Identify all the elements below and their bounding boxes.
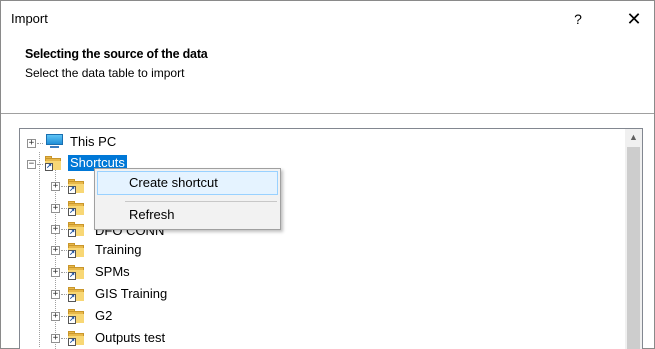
header-subtitle: Select the data table to import xyxy=(25,66,185,80)
tree-node-outputs-test[interactable]: + ↗ Outputs test xyxy=(20,328,220,348)
expand-icon[interactable]: + xyxy=(51,225,60,234)
menu-separator xyxy=(125,201,277,202)
scroll-thumb[interactable] xyxy=(627,147,640,349)
menu-item-refresh[interactable]: Refresh xyxy=(97,204,278,228)
tree-node-label: Outputs test xyxy=(95,330,166,345)
expand-icon[interactable]: + xyxy=(51,268,60,277)
tree-node-this-pc[interactable]: + This PC xyxy=(20,133,220,153)
shortcut-folder-icon: ↗ xyxy=(68,331,84,346)
tree-node-training[interactable]: + ↗ Training xyxy=(20,240,220,260)
expand-icon[interactable]: + xyxy=(51,204,60,213)
shortcut-folder-icon: ↗ xyxy=(68,179,84,194)
tree-line xyxy=(61,294,67,295)
shortcut-folder-icon: ↗ xyxy=(68,265,84,280)
context-menu: Create shortcut Refresh xyxy=(94,168,281,230)
tree-line xyxy=(61,186,67,187)
tree-node-label: SPMs xyxy=(95,264,130,279)
tree-node-label: G2 xyxy=(95,308,113,323)
expand-icon[interactable]: + xyxy=(51,246,60,255)
tree-node-g2[interactable]: + ↗ G2 xyxy=(20,306,220,326)
shortcut-folder-icon: ↗ xyxy=(68,243,84,258)
tree-line xyxy=(61,229,67,230)
tree-node-label: This PC xyxy=(70,134,117,149)
expand-icon[interactable]: + xyxy=(51,312,60,321)
shortcut-folder-icon: ↗ xyxy=(45,156,61,171)
close-button[interactable]: ✕ xyxy=(619,7,649,31)
shortcut-folder-icon: ↗ xyxy=(68,222,84,237)
collapse-icon[interactable]: − xyxy=(27,160,36,169)
window-title: Import xyxy=(11,11,48,26)
scroll-up-icon[interactable]: ▲ xyxy=(625,129,642,146)
tree-node-label: Training xyxy=(95,242,142,257)
shortcut-folder-icon: ↗ xyxy=(68,287,84,302)
tree-line xyxy=(61,250,67,251)
tree-line xyxy=(61,272,67,273)
expand-icon[interactable]: + xyxy=(51,334,60,343)
tree-line xyxy=(61,208,67,209)
expand-icon[interactable]: + xyxy=(51,182,60,191)
tree-line xyxy=(37,143,43,144)
shortcut-folder-icon: ↗ xyxy=(68,309,84,324)
wizard-header: Selecting the source of the data Select … xyxy=(1,37,654,113)
tree-line xyxy=(61,338,67,339)
header-title: Selecting the source of the data xyxy=(25,47,208,61)
help-button[interactable]: ? xyxy=(563,7,593,31)
expand-icon[interactable]: + xyxy=(51,290,60,299)
header-divider xyxy=(1,113,654,114)
data-source-tree[interactable]: + This PC − ↗ Shortcuts + ↗ + ↗ + ↗ DFO … xyxy=(19,128,643,349)
computer-icon xyxy=(45,134,64,148)
tree-node-label: GIS Training xyxy=(95,286,168,301)
import-dialog: Import ? ✕ Selecting the source of the d… xyxy=(0,0,655,349)
title-bar: Import ? ✕ xyxy=(1,1,654,37)
tree-node-spms[interactable]: + ↗ SPMs xyxy=(20,262,220,282)
tree-line xyxy=(61,316,67,317)
menu-item-create-shortcut[interactable]: Create shortcut xyxy=(97,171,278,195)
tree-node-gis-training[interactable]: + ↗ GIS Training xyxy=(20,284,220,304)
tree-line xyxy=(37,164,43,165)
vertical-scrollbar[interactable]: ▲ xyxy=(625,129,642,349)
expand-icon[interactable]: + xyxy=(27,139,36,148)
shortcut-folder-icon: ↗ xyxy=(68,201,84,216)
